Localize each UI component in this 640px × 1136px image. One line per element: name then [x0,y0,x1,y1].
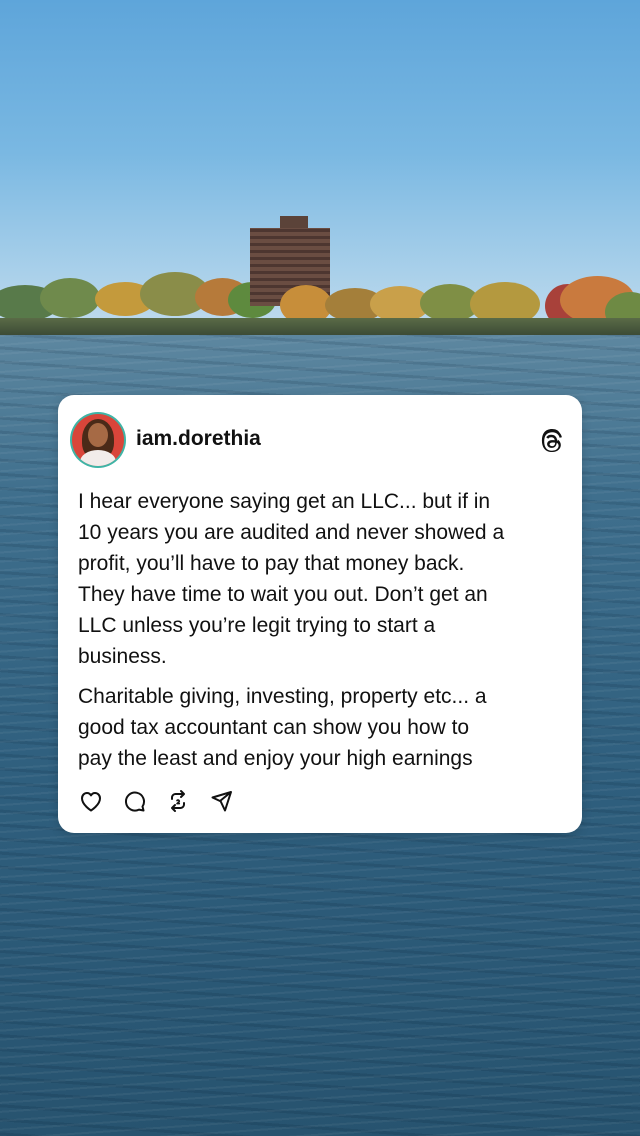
avatar[interactable] [72,414,124,466]
threads-post-card: iam.dorethia I hear everyone saying get … [58,395,582,833]
post-paragraph-1: I hear everyone saying get an LLC... but… [78,490,505,668]
heart-icon[interactable] [78,788,104,814]
comment-icon[interactable] [121,788,147,814]
tree [40,278,100,318]
username[interactable]: iam.dorethia [136,427,261,451]
avatar-face [88,423,108,447]
post-paragraph-2: Charitable giving, investing, property e… [78,685,487,770]
repost-icon[interactable] [165,788,191,814]
threads-icon [541,429,562,452]
share-icon[interactable] [209,788,235,814]
